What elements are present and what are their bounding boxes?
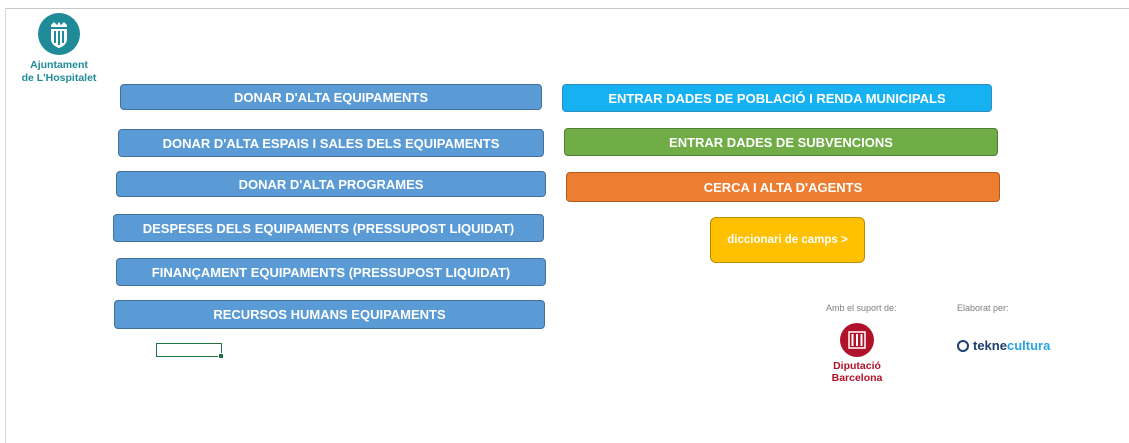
- facility-funding-button[interactable]: FINANÇAMENT EQUIPAMENTS (PRESSUPOST LIQU…: [116, 258, 546, 286]
- human-resources-button[interactable]: RECURSOS HUMANS EQUIPAMENTS: [114, 300, 545, 329]
- population-income-button[interactable]: ENTRAR DADES DE POBLACIÓ I RENDA MUNICIP…: [562, 84, 992, 112]
- spreadsheet-canvas[interactable]: Ajuntament de L'Hospitalet DONAR D'ALTA …: [0, 0, 1129, 443]
- facility-expenses-button[interactable]: DESPESES DELS EQUIPAMENTS (PRESSUPOST LI…: [113, 214, 544, 242]
- subsidies-button[interactable]: ENTRAR DADES DE SUBVENCIONS: [564, 128, 998, 156]
- hospitalet-logo: Ajuntament de L'Hospitalet: [14, 12, 104, 85]
- sheet-left-border: [5, 8, 6, 443]
- diputacio-text: Diputació Barcelona: [822, 360, 892, 384]
- selected-cell[interactable]: [156, 343, 224, 359]
- made-by-label: Elaborat per:: [957, 303, 1009, 313]
- teknecultura-logo: tekne cultura: [957, 338, 1050, 353]
- logo-line-1: Ajuntament: [30, 59, 88, 71]
- tekne-brand-part-2: cultura: [1006, 338, 1051, 353]
- tekne-ring-icon: [957, 339, 969, 352]
- logo-line-2: de L'Hospitalet: [21, 72, 97, 84]
- sheet-top-border: [5, 8, 1129, 9]
- add-programs-button[interactable]: DONAR D'ALTA PROGRAMES: [116, 171, 546, 197]
- hospitalet-shield-icon: [38, 13, 80, 55]
- diputacio-logo: Diputació Barcelona: [822, 322, 892, 384]
- add-facility-button[interactable]: DONAR D'ALTA EQUIPAMENTS: [120, 84, 542, 110]
- tekne-brand-part-1: tekne: [973, 338, 1007, 353]
- fill-handle[interactable]: [218, 353, 224, 359]
- field-dictionary-button[interactable]: diccionari de camps >: [710, 217, 865, 263]
- search-add-agents-button[interactable]: CERCA I ALTA D'AGENTS: [566, 172, 1000, 202]
- support-label: Amb el suport de:: [826, 303, 897, 313]
- diputacio-emblem-icon: [840, 323, 874, 357]
- diputacio-line-2: Barcelona: [831, 372, 883, 384]
- diputacio-line-1: Diputació: [833, 360, 881, 372]
- add-spaces-rooms-button[interactable]: DONAR D'ALTA ESPAIS I SALES DELS EQUIPAM…: [118, 129, 544, 157]
- logo-text: Ajuntament de L'Hospitalet: [14, 59, 104, 85]
